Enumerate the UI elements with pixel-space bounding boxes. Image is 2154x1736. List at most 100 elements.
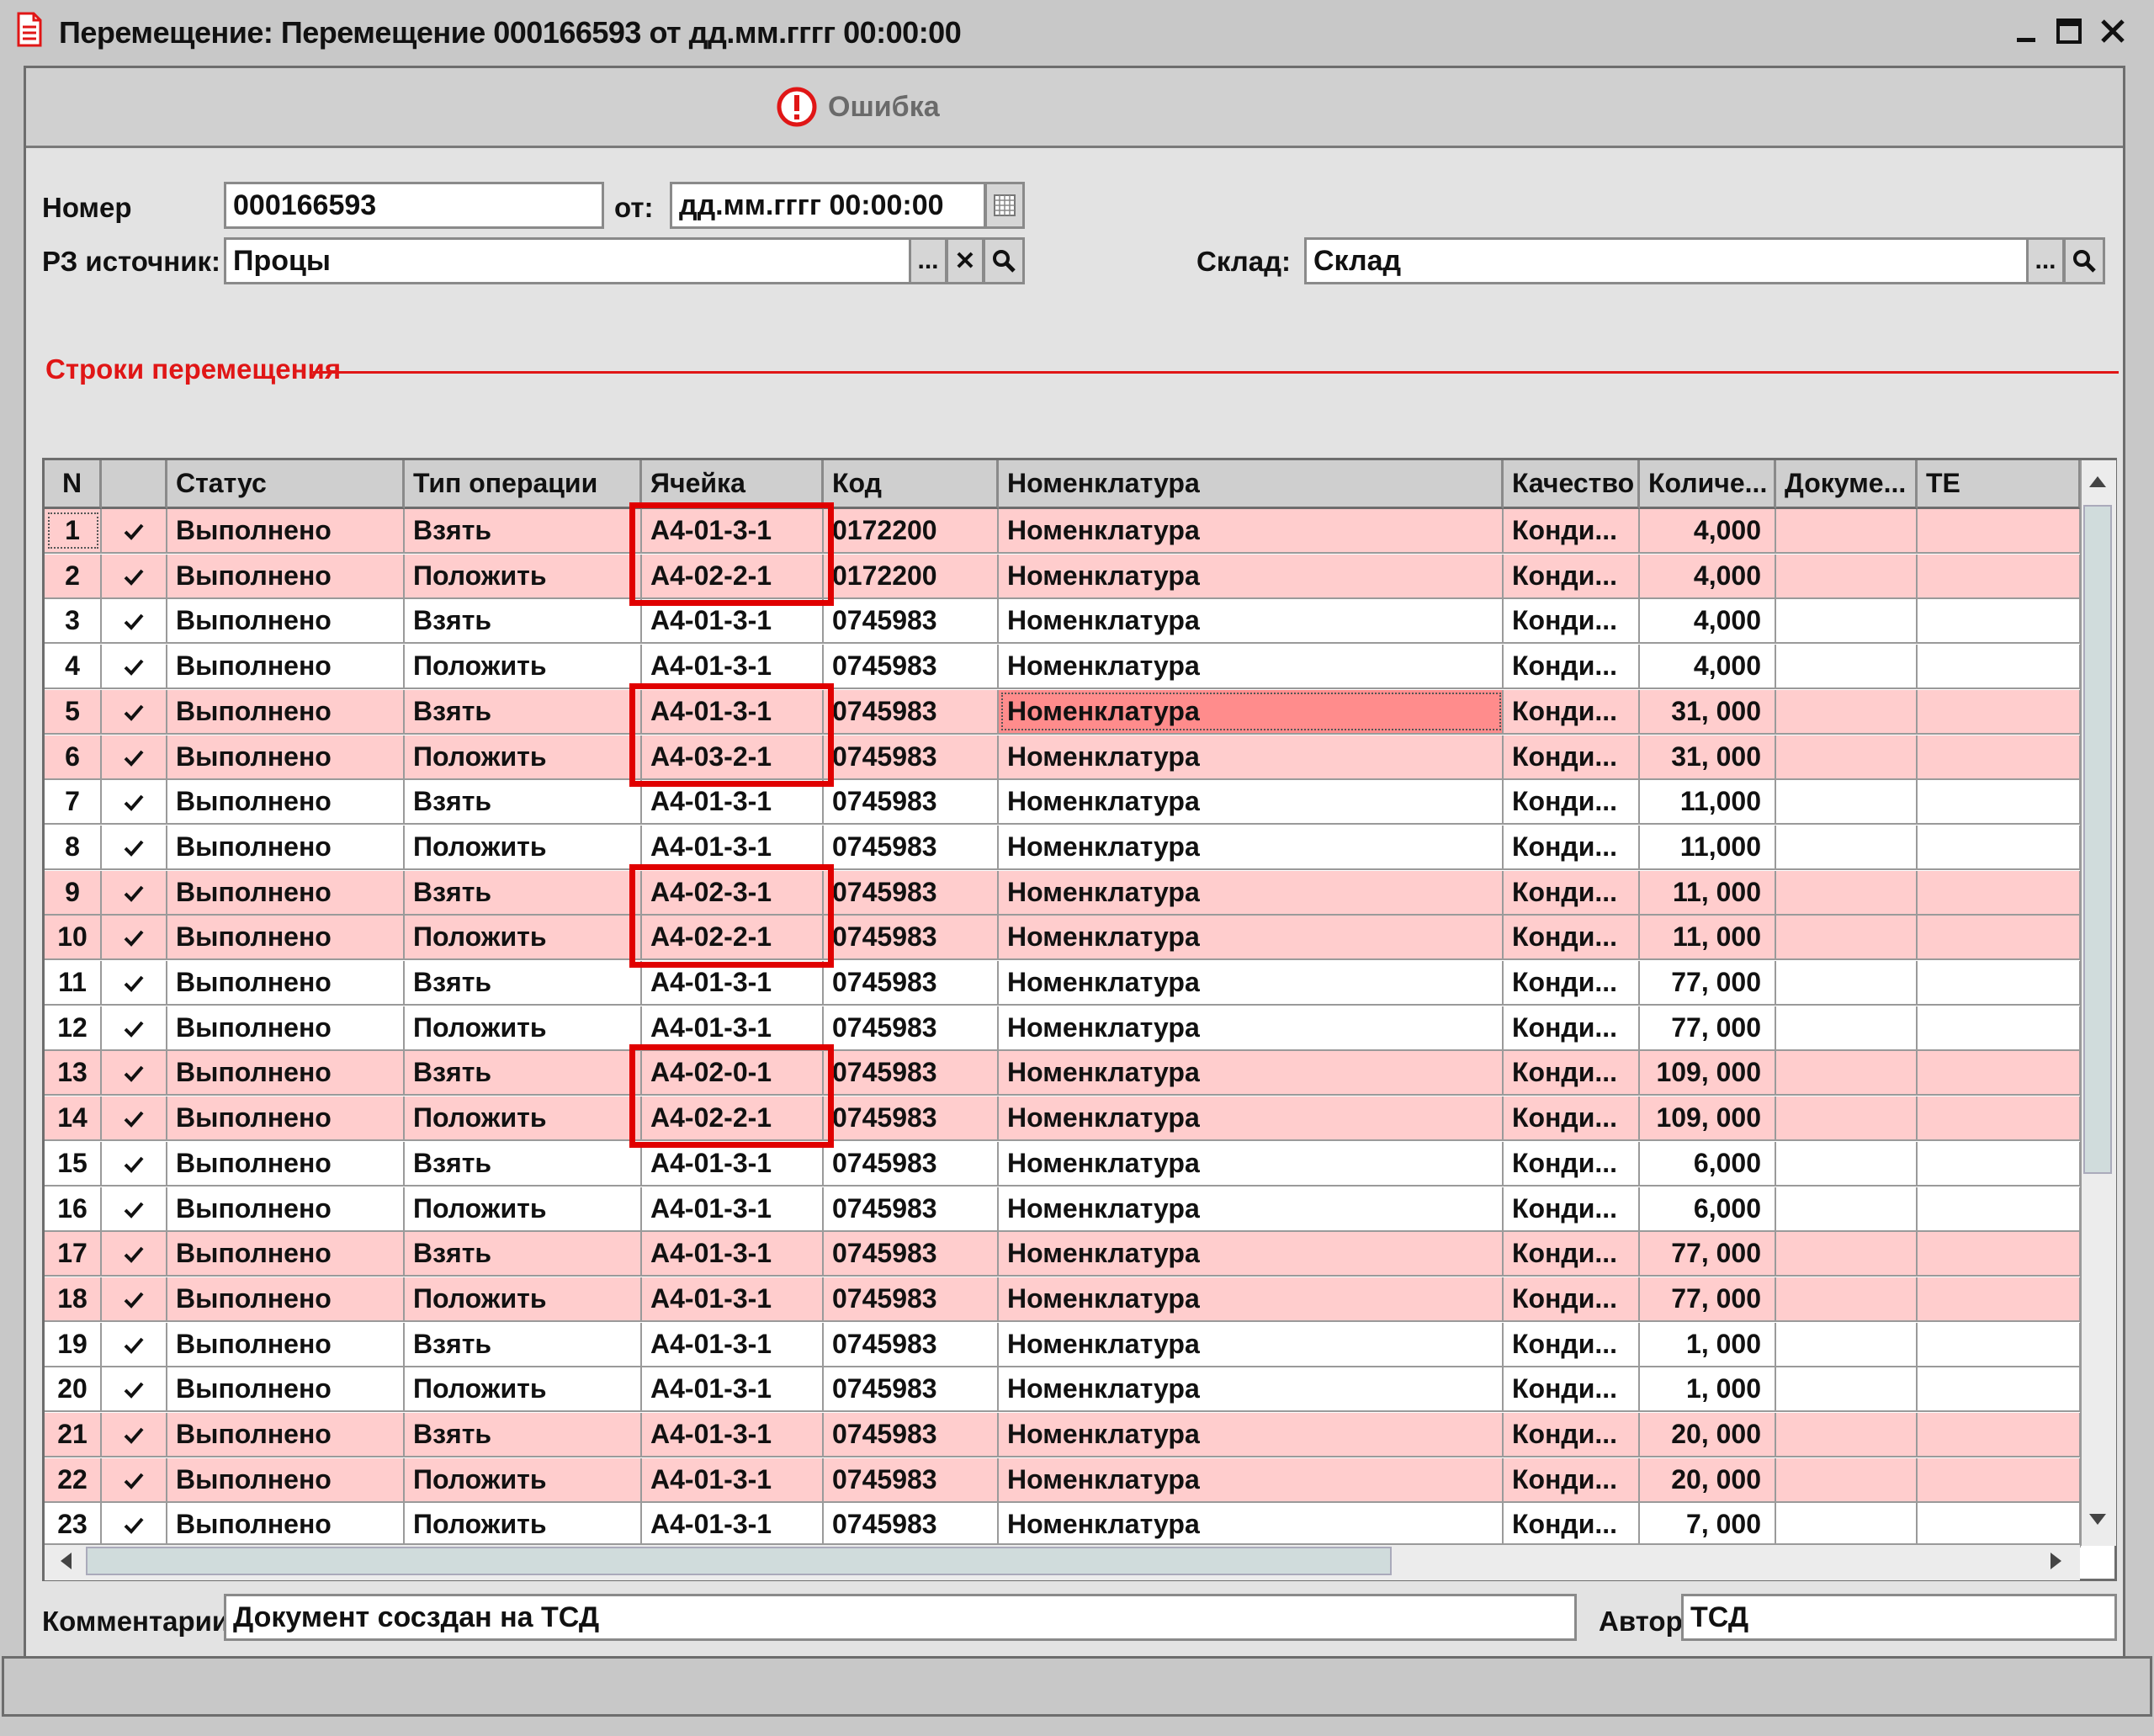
cell-te (1918, 961, 2081, 1004)
scroll-up-button[interactable] (2083, 465, 2112, 498)
source-search-button[interactable] (983, 237, 1025, 284)
scroll-left-button[interactable] (49, 1547, 82, 1575)
table-row[interactable]: 22 Выполнено Положить А4-01-3-1 0745983 Номен… (45, 1458, 2081, 1503)
cell-quality: Конди... (1504, 1006, 1640, 1049)
cell-status: Выполнено (167, 961, 405, 1004)
cell-status: Выполнено (167, 826, 405, 868)
table-row[interactable]: 13 Выполнено Взять А4-02-0-1 0745983 Номенкла… (45, 1051, 2081, 1096)
table-row[interactable]: 4 Выполнено Положить А4-01-3-1 0745983 Номенк… (45, 645, 2081, 689)
calendar-button[interactable] (984, 182, 1025, 229)
table-row[interactable]: 14 Выполнено Положить А4-02-2-1 0745983 Номен… (45, 1096, 2081, 1141)
cell-te (1918, 509, 2081, 552)
cell-op: Взять (405, 961, 642, 1004)
header-col-code[interactable]: Код (824, 460, 999, 509)
table-row[interactable]: 12 Выполнено Положить А4-01-3-1 0745983 Номен… (45, 1006, 2081, 1051)
cell-code: 0745983 (824, 735, 999, 778)
warehouse-select-button[interactable]: ... (2026, 237, 2065, 284)
maximize-button[interactable] (2050, 12, 2088, 50)
table-row[interactable]: 8 Выполнено Положить А4-01-3-1 0745983 Номенк… (45, 826, 2081, 870)
horizontal-scroll-thumb[interactable] (86, 1547, 1392, 1575)
check-icon (124, 1246, 144, 1263)
warehouse-search-button[interactable] (2063, 237, 2105, 284)
cell-status: Выполнено (167, 1413, 405, 1456)
cell-doc (1776, 961, 1918, 1004)
cell-flag (102, 690, 167, 733)
warehouse-field[interactable]: Склад (1304, 237, 2029, 284)
check-icon (124, 1292, 144, 1309)
header-col-te[interactable]: ТЕ (1918, 460, 2081, 509)
cell-doc (1776, 871, 1918, 914)
comment-field[interactable]: Документ сосздан на ТСД (224, 1594, 1577, 1641)
cell-cell: А4-01-3-1 (642, 1232, 824, 1275)
header-col-n[interactable]: N (45, 460, 102, 509)
table-row[interactable]: 16 Выполнено Положить А4-01-3-1 0745983 Номен… (45, 1187, 2081, 1232)
cell-qty: 20, 000 (1640, 1458, 1776, 1501)
header-col-doc[interactable]: Докуме... (1776, 460, 1918, 509)
header-col-status[interactable]: Статус (167, 460, 405, 509)
table-row[interactable]: 5 Выполнено Взять А4-01-3-1 0745983 Номенклат… (45, 690, 2081, 735)
cell-nom: Номенклатура (999, 1367, 1504, 1410)
table-row[interactable]: 11 Выполнено Взять А4-01-3-1 0745983 Номенкла… (45, 961, 2081, 1006)
cell-n: 16 (45, 1187, 102, 1230)
table-row[interactable]: 9 Выполнено Взять А4-02-3-1 0745983 Номенклат… (45, 871, 2081, 916)
table-row[interactable]: 21 Выполнено Взять А4-01-3-1 0745983 Номенкла… (45, 1413, 2081, 1457)
cell-qty: 77, 000 (1640, 1232, 1776, 1275)
table-row[interactable]: 19 Выполнено Взять А4-01-3-1 0745983 Номенкла… (45, 1323, 2081, 1367)
cell-n: 2 (45, 555, 102, 597)
cell-doc (1776, 1096, 1918, 1139)
minimize-button[interactable] (2007, 12, 2045, 50)
cell-qty: 109, 000 (1640, 1051, 1776, 1094)
cell-cell: А4-01-3-1 (642, 1006, 824, 1049)
table-row[interactable]: 15 Выполнено Взять А4-01-3-1 0745983 Номенкла… (45, 1142, 2081, 1187)
header-col-op[interactable]: Тип операции (405, 460, 642, 509)
cell-n: 13 (45, 1051, 102, 1094)
cell-te (1918, 1458, 2081, 1501)
table-row[interactable]: 7 Выполнено Взять А4-01-3-1 0745983 Номенклат… (45, 780, 2081, 825)
cell-te (1918, 1367, 2081, 1410)
cell-nom: Номенклатура (999, 1277, 1504, 1320)
scroll-down-button[interactable] (2083, 1503, 2112, 1537)
cell-flag (102, 826, 167, 868)
table-row[interactable]: 23 Выполнено Положить А4-01-3-1 0745983 Номен… (45, 1503, 2081, 1548)
header-col-quality[interactable]: Качество (1504, 460, 1640, 509)
cell-nom: Номенклатура (999, 1142, 1504, 1185)
cell-te (1918, 1096, 2081, 1139)
cell-code: 0172200 (824, 509, 999, 552)
cell-quality: Конди... (1504, 916, 1640, 958)
vertical-scroll-thumb[interactable] (2083, 505, 2112, 1174)
header-col-flag[interactable] (102, 460, 167, 509)
error-label[interactable]: Ошибка (828, 91, 940, 124)
cell-qty: 4,000 (1640, 555, 1776, 597)
table-row[interactable]: 1 Выполнено Взять А4-01-3-1 0172200 Номенклат… (45, 509, 2081, 554)
table-row[interactable]: 2 Выполнено Положить А4-02-2-1 0172200 Номенк… (45, 555, 2081, 599)
cell-op: Положить (405, 1096, 642, 1139)
source-field[interactable]: Процы (224, 237, 912, 284)
header-col-nom[interactable]: Номенклатура (999, 460, 1504, 509)
scroll-right-button[interactable] (2040, 1547, 2073, 1575)
author-field[interactable]: ТСД (1681, 1594, 2117, 1641)
cell-te (1918, 555, 2081, 597)
number-field[interactable]: 000166593 (224, 182, 604, 229)
table-row[interactable]: 17 Выполнено Взять А4-01-3-1 0745983 Номенкла… (45, 1232, 2081, 1277)
source-select-button[interactable]: ... (909, 237, 947, 284)
cell-qty: 77, 000 (1640, 961, 1776, 1004)
table-row[interactable]: 3 Выполнено Взять А4-01-3-1 0745983 Номенклат… (45, 599, 2081, 644)
date-field[interactable]: дд.мм.гггг 00:00:00 (670, 182, 986, 229)
cell-flag (102, 1413, 167, 1456)
table-row[interactable]: 20 Выполнено Положить А4-01-3-1 0745983 Номен… (45, 1367, 2081, 1412)
cell-nom: Номенклатура (999, 1413, 1504, 1456)
cell-op: Положить (405, 1187, 642, 1230)
cell-te (1918, 780, 2081, 823)
check-icon (124, 885, 144, 902)
cell-cell: А4-01-3-1 (642, 1367, 824, 1410)
cell-nom: Номенклатура (999, 1006, 1504, 1049)
table-row[interactable]: 6 Выполнено Положить А4-03-2-1 0745983 Номенк… (45, 735, 2081, 780)
source-clear-button[interactable]: ✕ (946, 237, 984, 284)
check-icon (124, 1202, 144, 1218)
table-row[interactable]: 10 Выполнено Положить А4-02-2-1 0745983 Номен… (45, 916, 2081, 960)
cell-doc (1776, 1413, 1918, 1456)
cell-quality: Конди... (1504, 1323, 1640, 1366)
close-button[interactable] (2093, 12, 2132, 50)
table-row[interactable]: 18 Выполнено Положить А4-01-3-1 0745983 Номен… (45, 1277, 2081, 1322)
header-col-qty[interactable]: Количе... (1640, 460, 1776, 509)
